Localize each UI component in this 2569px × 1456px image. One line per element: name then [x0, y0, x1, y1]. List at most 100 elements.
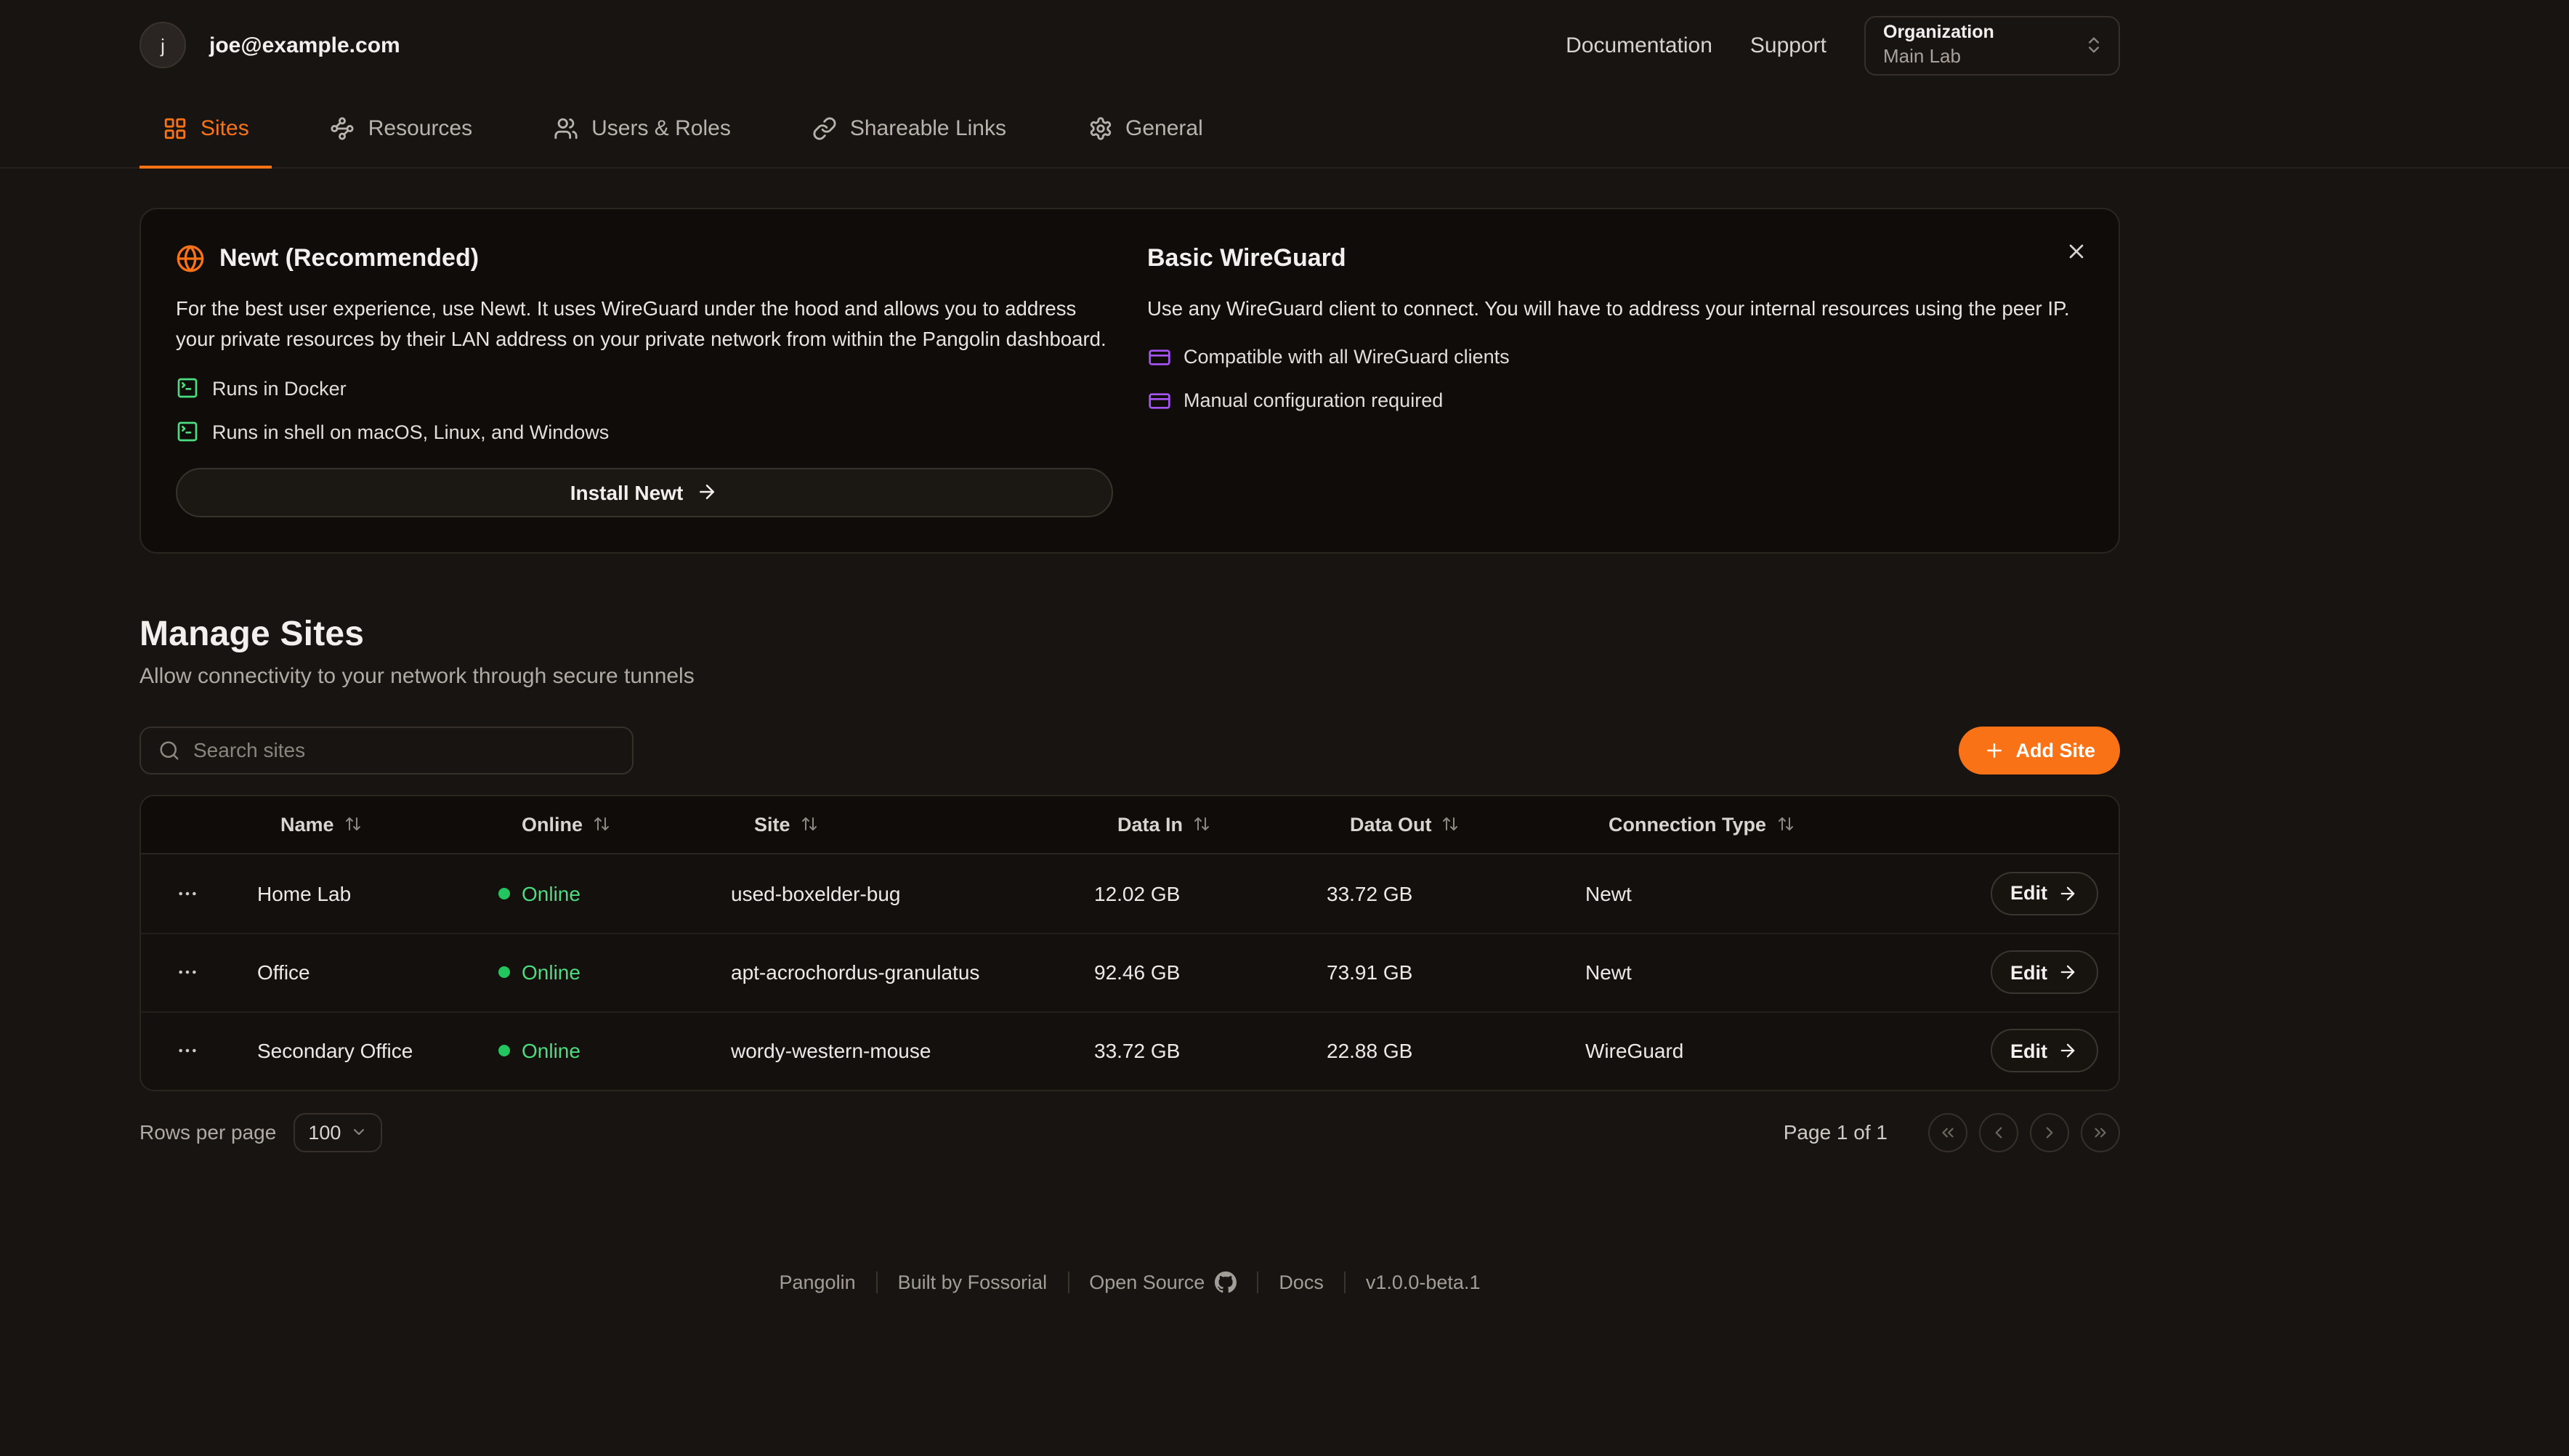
arrow-right-icon: [2058, 963, 2078, 983]
column-data-in[interactable]: Data In: [1071, 814, 1303, 836]
column-label: Connection Type: [1609, 814, 1766, 836]
documentation-link[interactable]: Documentation: [1566, 33, 1712, 57]
footer-docs-link[interactable]: Docs: [1279, 1271, 1324, 1293]
pagination-buttons: [1928, 1113, 2120, 1152]
organization-selector-label: Organization: [1883, 22, 2072, 44]
column-site[interactable]: Site: [708, 814, 1071, 836]
chevron-left-icon: [1989, 1123, 2008, 1142]
organization-selector[interactable]: Organization Main Lab: [1864, 15, 2120, 75]
next-page-button[interactable]: [2030, 1113, 2069, 1152]
footer-built-by-link[interactable]: Built by Fossorial: [898, 1271, 1048, 1293]
main-content: Newt (Recommended) For the best user exp…: [139, 169, 2120, 1293]
close-onboarding-button[interactable]: [2058, 232, 2095, 270]
footer-brand-label: Pangolin: [780, 1271, 856, 1293]
arrow-right-icon: [2058, 883, 2078, 904]
add-site-button[interactable]: Add Site: [1959, 727, 2120, 774]
tab-bar: Sites Resources Users & Roles Shareable …: [0, 90, 2569, 169]
sort-icon: [801, 816, 818, 833]
online-dot: [498, 967, 510, 979]
row-menu-button[interactable]: [167, 873, 208, 914]
edit-button[interactable]: Edit: [1990, 1030, 2098, 1073]
gear-icon: [1088, 116, 1112, 141]
footer-docs-label: Docs: [1279, 1271, 1324, 1293]
search-icon: [158, 740, 180, 761]
sort-icon: [593, 816, 610, 833]
cell-data-out: 73.91 GB: [1303, 961, 1562, 984]
sort-icon: [1776, 816, 1794, 833]
edit-label: Edit: [2010, 1040, 2047, 1062]
page-status: Page 1 of 1: [1784, 1121, 1888, 1144]
row-menu-button[interactable]: [167, 1031, 208, 1072]
feature-item: Compatible with all WireGuard clients: [1147, 339, 2084, 376]
cell-data-in: 12.02 GB: [1071, 882, 1303, 905]
column-label: Data In: [1117, 814, 1183, 836]
status-label: Online: [522, 882, 580, 905]
sites-table: Name Online Site Data In Data Out: [139, 795, 2120, 1091]
terminal-icon: [176, 377, 199, 400]
row-menu-button[interactable]: [167, 953, 208, 993]
feature-item: Manual configuration required: [1147, 383, 2084, 419]
edit-button[interactable]: Edit: [1990, 872, 2098, 915]
newt-title: Newt (Recommended): [219, 244, 479, 273]
cell-data-out: 33.72 GB: [1303, 882, 1562, 905]
tab-general[interactable]: General: [1064, 90, 1226, 167]
column-name[interactable]: Name: [234, 814, 475, 836]
newt-description: For the best user experience, use Newt. …: [176, 294, 1112, 356]
tab-label: Sites: [201, 116, 249, 141]
chevrons-right-icon: [2091, 1123, 2110, 1142]
search-input[interactable]: [193, 739, 615, 762]
column-connection-type[interactable]: Connection Type: [1562, 814, 1889, 836]
column-data-out[interactable]: Data Out: [1303, 814, 1562, 836]
tab-sites[interactable]: Sites: [139, 90, 272, 167]
waypoints-icon: [331, 116, 355, 141]
edit-label: Edit: [2010, 962, 2047, 984]
rows-per-page-select[interactable]: 100: [294, 1113, 381, 1152]
status-badge: Online: [498, 961, 580, 984]
cell-name: Office: [234, 961, 475, 984]
wireguard-description: Use any WireGuard client to connect. You…: [1147, 294, 2084, 325]
terminal-icon: [176, 421, 199, 444]
ellipsis-icon: [176, 882, 199, 905]
top-bar: j joe@example.com Documentation Support …: [139, 0, 2120, 90]
newt-column: Newt (Recommended) For the best user exp…: [176, 244, 1112, 517]
footer-version: v1.0.0-beta.1: [1366, 1271, 1481, 1293]
tab-resources[interactable]: Resources: [307, 90, 495, 167]
chevrons-left-icon: [1938, 1123, 1957, 1142]
column-online[interactable]: Online: [475, 814, 708, 836]
previous-page-button[interactable]: [1979, 1113, 2018, 1152]
chevrons-up-down-icon: [2084, 35, 2104, 55]
rows-per-page-value: 100: [308, 1122, 341, 1144]
feature-label: Runs in Docker: [212, 378, 347, 400]
edit-button[interactable]: Edit: [1990, 951, 2098, 995]
install-newt-button[interactable]: Install Newt: [176, 468, 1112, 517]
footer-open-source-link[interactable]: Open Source: [1089, 1271, 1237, 1293]
tab-label: Resources: [368, 116, 472, 141]
avatar[interactable]: j: [139, 22, 186, 68]
footer-divider: [876, 1271, 878, 1293]
status-badge: Online: [498, 1040, 580, 1063]
feature-item: Runs in shell on macOS, Linux, and Windo…: [176, 414, 1112, 450]
sort-icon: [344, 816, 362, 833]
cell-data-out: 22.88 GB: [1303, 1040, 1562, 1063]
page-subtitle: Allow connectivity to your network throu…: [139, 664, 2120, 689]
chevron-down-icon: [349, 1124, 367, 1141]
footer-brand: Pangolin: [780, 1271, 856, 1293]
user-email: joe@example.com: [209, 33, 400, 57]
last-page-button[interactable]: [2081, 1113, 2120, 1152]
first-page-button[interactable]: [1928, 1113, 1967, 1152]
online-dot: [498, 1046, 510, 1057]
tab-users-roles[interactable]: Users & Roles: [530, 90, 754, 167]
grid-icon: [163, 116, 187, 141]
support-link[interactable]: Support: [1750, 33, 1826, 57]
ellipsis-icon: [176, 1040, 199, 1063]
github-icon: [1215, 1271, 1237, 1293]
tab-label: General: [1125, 116, 1203, 141]
tab-shareable-links[interactable]: Shareable Links: [789, 90, 1029, 167]
cell-site: apt-acrochordus-granulatus: [708, 961, 1071, 984]
app-root: j joe@example.com Documentation Support …: [0, 0, 2569, 1456]
organization-selector-texts: Organization Main Lab: [1883, 22, 2072, 68]
feature-item: Runs in Docker: [176, 371, 1112, 407]
feature-label: Manual configuration required: [1184, 390, 1443, 412]
page-title: Manage Sites: [139, 615, 2120, 655]
status-label: Online: [522, 961, 580, 984]
